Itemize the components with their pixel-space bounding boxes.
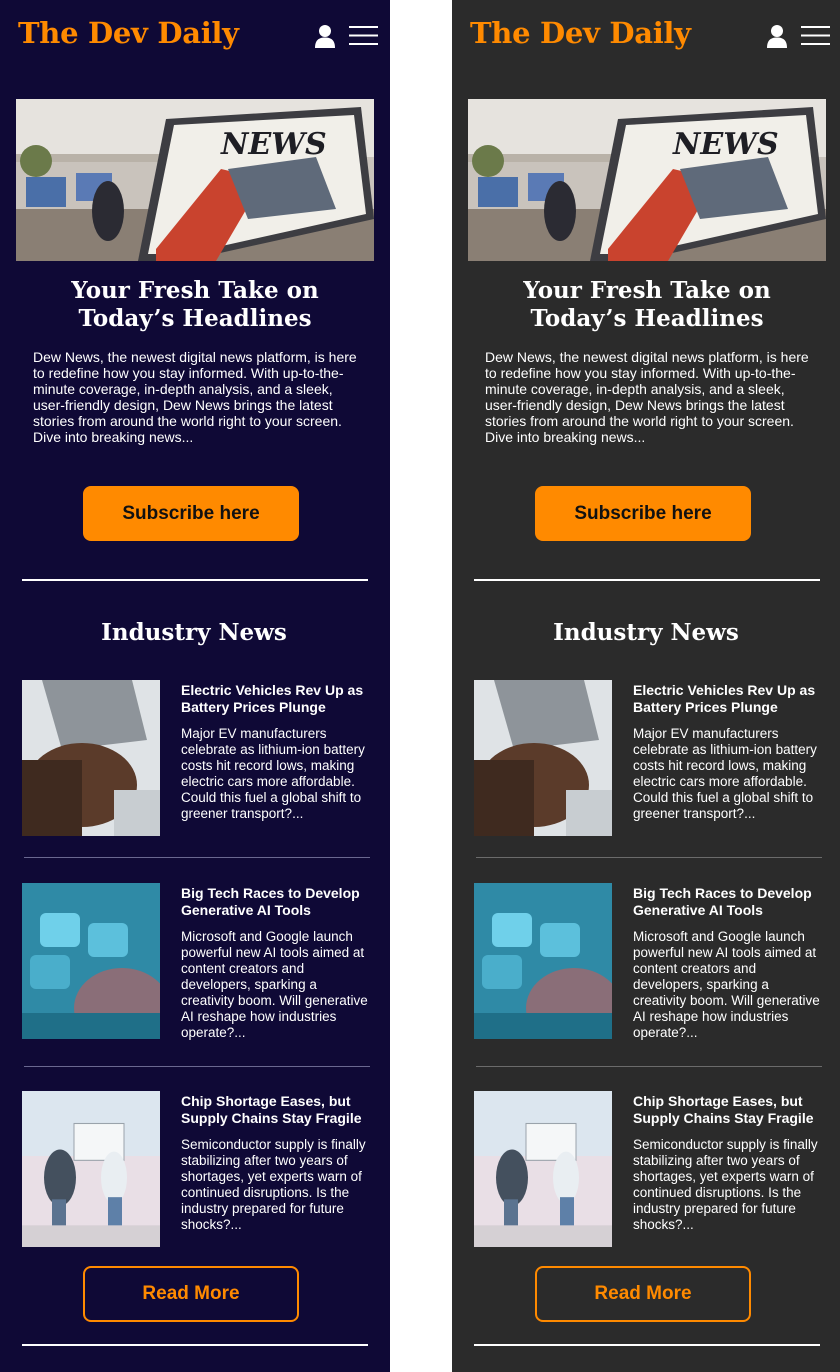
article-separator: [476, 1066, 822, 1067]
site-logo[interactable]: The Dev Daily: [18, 16, 239, 50]
industry-news-heading: Industry News: [101, 619, 287, 646]
hamburger-menu-icon[interactable]: [801, 26, 830, 45]
article-thumbnail-office: [474, 1091, 612, 1247]
svg-text:NEWS: NEWS: [220, 127, 327, 162]
site-logo[interactable]: The Dev Daily: [470, 16, 691, 50]
article-title[interactable]: Chip Shortage Eases, but Supply Chains S…: [181, 1093, 386, 1127]
hero-image-newspaper-tablet: NEWS: [468, 99, 826, 261]
hero-image-newspaper-tablet: NEWS: [16, 99, 374, 261]
user-icon[interactable]: [314, 24, 336, 48]
divider: [22, 579, 368, 581]
article-summary: Microsoft and Google launch powerful new…: [181, 929, 368, 1040]
article-thumbnail-keyboard: [474, 883, 612, 1039]
article-thumbnail-keyboard: [22, 883, 160, 1039]
hero-description: Dew News, the newest digital news platfo…: [485, 349, 809, 445]
article-card-chips[interactable]: Chip Shortage Eases, but Supply Chains S…: [452, 1091, 840, 1251]
industry-news-heading: Industry News: [553, 619, 739, 646]
article-thumbnail-office: [22, 1091, 160, 1247]
article-card-ai[interactable]: Big Tech Races to Develop Generative AI …: [0, 883, 390, 1043]
article-thumbnail-phone-hand: [474, 680, 612, 836]
subscribe-button[interactable]: Subscribe here: [535, 486, 751, 541]
article-summary: Semiconductor supply is finally stabiliz…: [633, 1137, 818, 1232]
article-title[interactable]: Big Tech Races to Develop Generative AI …: [181, 885, 386, 919]
hero-title: Your Fresh Take on Today’s Headlines: [523, 277, 771, 332]
divider: [22, 1344, 368, 1346]
user-icon[interactable]: [766, 24, 788, 48]
article-separator: [476, 857, 822, 858]
article-card-ev[interactable]: Electric Vehicles Rev Up as Battery Pric…: [0, 680, 390, 840]
article-separator: [24, 857, 370, 858]
read-more-button[interactable]: Read More: [535, 1266, 751, 1322]
article-card-ev[interactable]: Electric Vehicles Rev Up as Battery Pric…: [452, 680, 840, 840]
hero-description: Dew News, the newest digital news platfo…: [33, 349, 357, 445]
article-card-ai[interactable]: Big Tech Races to Develop Generative AI …: [452, 883, 840, 1043]
article-title[interactable]: Big Tech Races to Develop Generative AI …: [633, 885, 838, 919]
svg-text:NEWS: NEWS: [672, 127, 779, 162]
hamburger-menu-icon[interactable]: [349, 26, 378, 45]
article-card-chips[interactable]: Chip Shortage Eases, but Supply Chains S…: [0, 1091, 390, 1251]
divider: [474, 579, 820, 581]
article-summary: Major EV manufacturers celebrate as lith…: [633, 726, 817, 821]
panel-gap: [390, 0, 452, 1372]
article-summary: Major EV manufacturers celebrate as lith…: [181, 726, 365, 821]
mobile-view-gray-theme: The Dev Daily NEWS Your Fresh Take on To…: [452, 0, 840, 1372]
article-thumbnail-phone-hand: [22, 680, 160, 836]
article-title[interactable]: Chip Shortage Eases, but Supply Chains S…: [633, 1093, 838, 1127]
article-separator: [24, 1066, 370, 1067]
article-title[interactable]: Electric Vehicles Rev Up as Battery Pric…: [633, 682, 838, 716]
hero-title: Your Fresh Take on Today’s Headlines: [71, 277, 319, 332]
mobile-view-dark-theme: The Dev Daily NEWS Your Fresh Take on To…: [0, 0, 390, 1372]
divider: [474, 1344, 820, 1346]
read-more-button[interactable]: Read More: [83, 1266, 299, 1322]
article-summary: Microsoft and Google launch powerful new…: [633, 929, 820, 1040]
article-summary: Semiconductor supply is finally stabiliz…: [181, 1137, 366, 1232]
article-title[interactable]: Electric Vehicles Rev Up as Battery Pric…: [181, 682, 386, 716]
subscribe-button[interactable]: Subscribe here: [83, 486, 299, 541]
